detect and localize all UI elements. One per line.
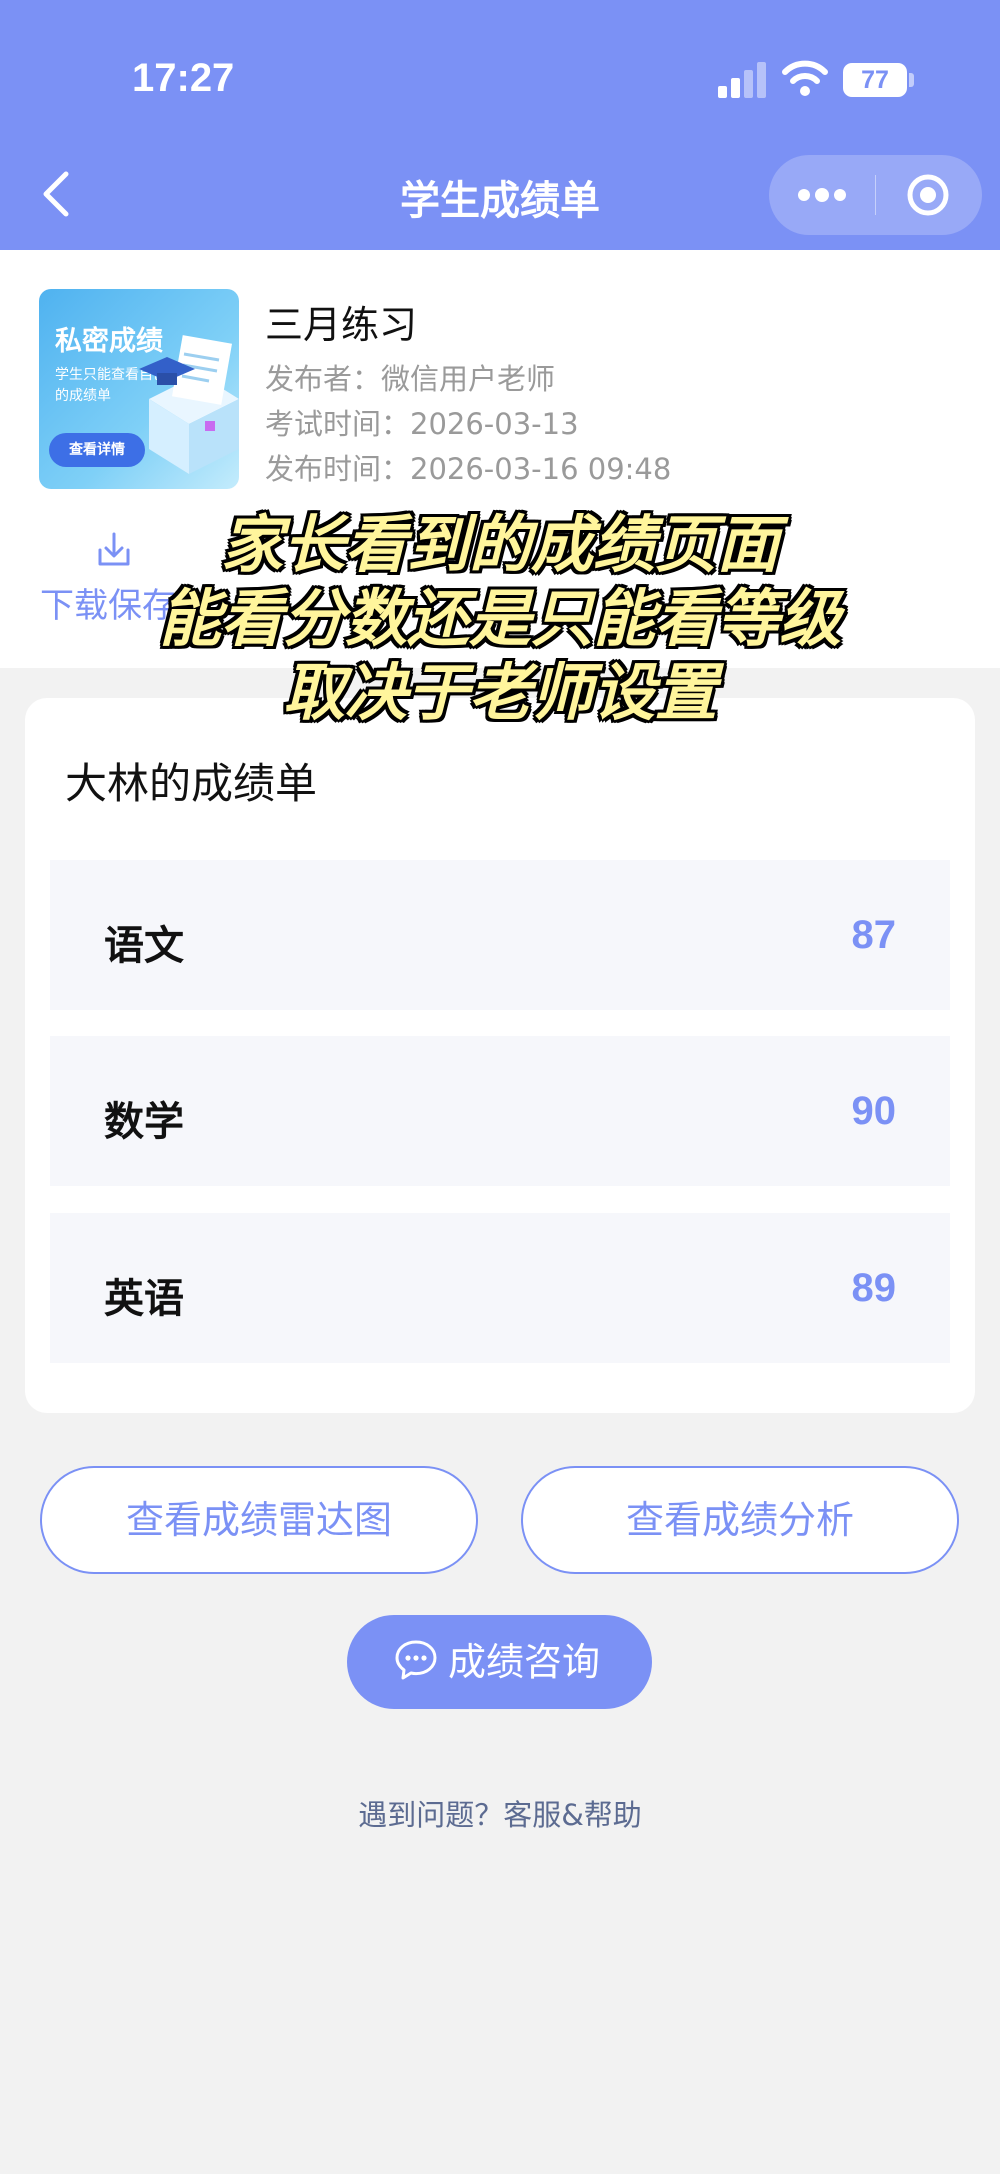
more-dots-icon[interactable]	[797, 183, 847, 207]
score-row: 英语 89	[50, 1213, 950, 1363]
score-row: 数学 90	[50, 1036, 950, 1186]
score-card-title: 大林的成绩单	[65, 759, 318, 808]
battery-indicator: 77	[843, 63, 907, 97]
score-consult-button[interactable]: 成绩咨询	[347, 1615, 652, 1709]
help-support-link[interactable]: 遇到问题？客服&帮助	[0, 1792, 1000, 1834]
publish-time-text: 发布时间：2026-03-16 09:48	[265, 452, 672, 486]
publisher-text: 发布者：微信用户老师	[265, 362, 556, 396]
score-row: 语文 87	[50, 860, 950, 1010]
view-radar-chart-button[interactable]: 查看成绩雷达图	[40, 1466, 478, 1574]
caption-line-3: 取决于老师设置	[282, 656, 717, 729]
document-illustration-icon	[139, 335, 239, 474]
thumb-view-details-button: 查看详情	[49, 433, 145, 467]
caption-line-2: 能看分数还是只能看等级	[158, 582, 841, 655]
view-score-analysis-button[interactable]: 查看成绩分析	[521, 1466, 959, 1574]
mini-program-capsule	[769, 155, 982, 235]
private-score-thumbnail[interactable]: 私密成绩 学生只能查看自己的成绩单 查看详情	[39, 289, 239, 489]
subject-label: 数学	[104, 1099, 184, 1145]
overlay-caption: 家长看到的成绩页面 能看分数还是只能看等级 取决于老师设置	[0, 508, 1000, 730]
score-card: 大林的成绩单 语文 87 数学 90 英语 89	[25, 698, 975, 1413]
status-time: 17:27	[132, 56, 235, 100]
caption-line-1: 家长看到的成绩页面	[220, 508, 779, 581]
exam-time-text: 考试时间：2026-03-13	[265, 407, 579, 441]
nav-header: 17:27 77 学生成绩单	[0, 0, 1000, 250]
signal-icon	[718, 62, 766, 98]
score-value: 90	[851, 1089, 897, 1133]
subject-label: 语文	[104, 923, 184, 969]
wifi-icon	[782, 60, 828, 96]
battery-tip	[909, 73, 914, 87]
exam-name: 三月练习	[265, 303, 418, 347]
consult-label: 成绩咨询	[448, 1640, 601, 1684]
close-target-icon[interactable]	[906, 173, 950, 217]
score-value: 89	[851, 1266, 897, 1310]
capsule-divider	[875, 175, 876, 215]
score-value: 87	[851, 913, 897, 957]
chat-bubble-icon	[395, 1640, 437, 1680]
subject-label: 英语	[104, 1276, 184, 1322]
